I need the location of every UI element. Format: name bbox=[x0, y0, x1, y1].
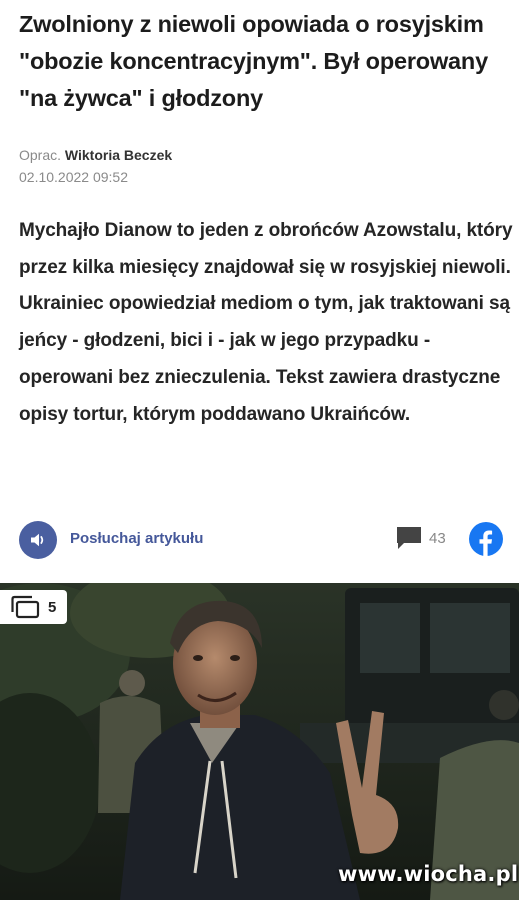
gallery-count-badge[interactable]: 5 bbox=[0, 590, 67, 624]
speech-bubble-icon bbox=[397, 527, 421, 549]
watermark: www.wiocha.pl bbox=[338, 862, 519, 886]
speaker-icon bbox=[31, 533, 44, 547]
gallery-stack-icon bbox=[11, 595, 40, 619]
comments-button[interactable]: 43 bbox=[395, 525, 446, 551]
article-meta: Oprac. Wiktoria Beczek 02.10.2022 09:52 bbox=[19, 144, 172, 188]
author-name[interactable]: Wiktoria Beczek bbox=[65, 147, 172, 163]
comments-count: 43 bbox=[429, 529, 446, 547]
listen-label[interactable]: Posłuchaj artykułu bbox=[70, 530, 203, 547]
article-lead: Mychajło Dianow to jeden z obrońców Azow… bbox=[19, 220, 513, 425]
author-prefix: Oprac. bbox=[19, 147, 62, 163]
facebook-icon[interactable] bbox=[469, 522, 503, 556]
publish-date: 02.10.2022 09:52 bbox=[19, 169, 128, 185]
photo-scene bbox=[0, 583, 519, 900]
article-photo[interactable] bbox=[0, 583, 519, 900]
gallery-count: 5 bbox=[48, 598, 57, 616]
article-headline: Zwolniony z niewoli opowiada o rosyjskim… bbox=[19, 11, 488, 111]
byline: Oprac. Wiktoria Beczek bbox=[19, 144, 172, 166]
listen-button[interactable] bbox=[19, 521, 57, 559]
